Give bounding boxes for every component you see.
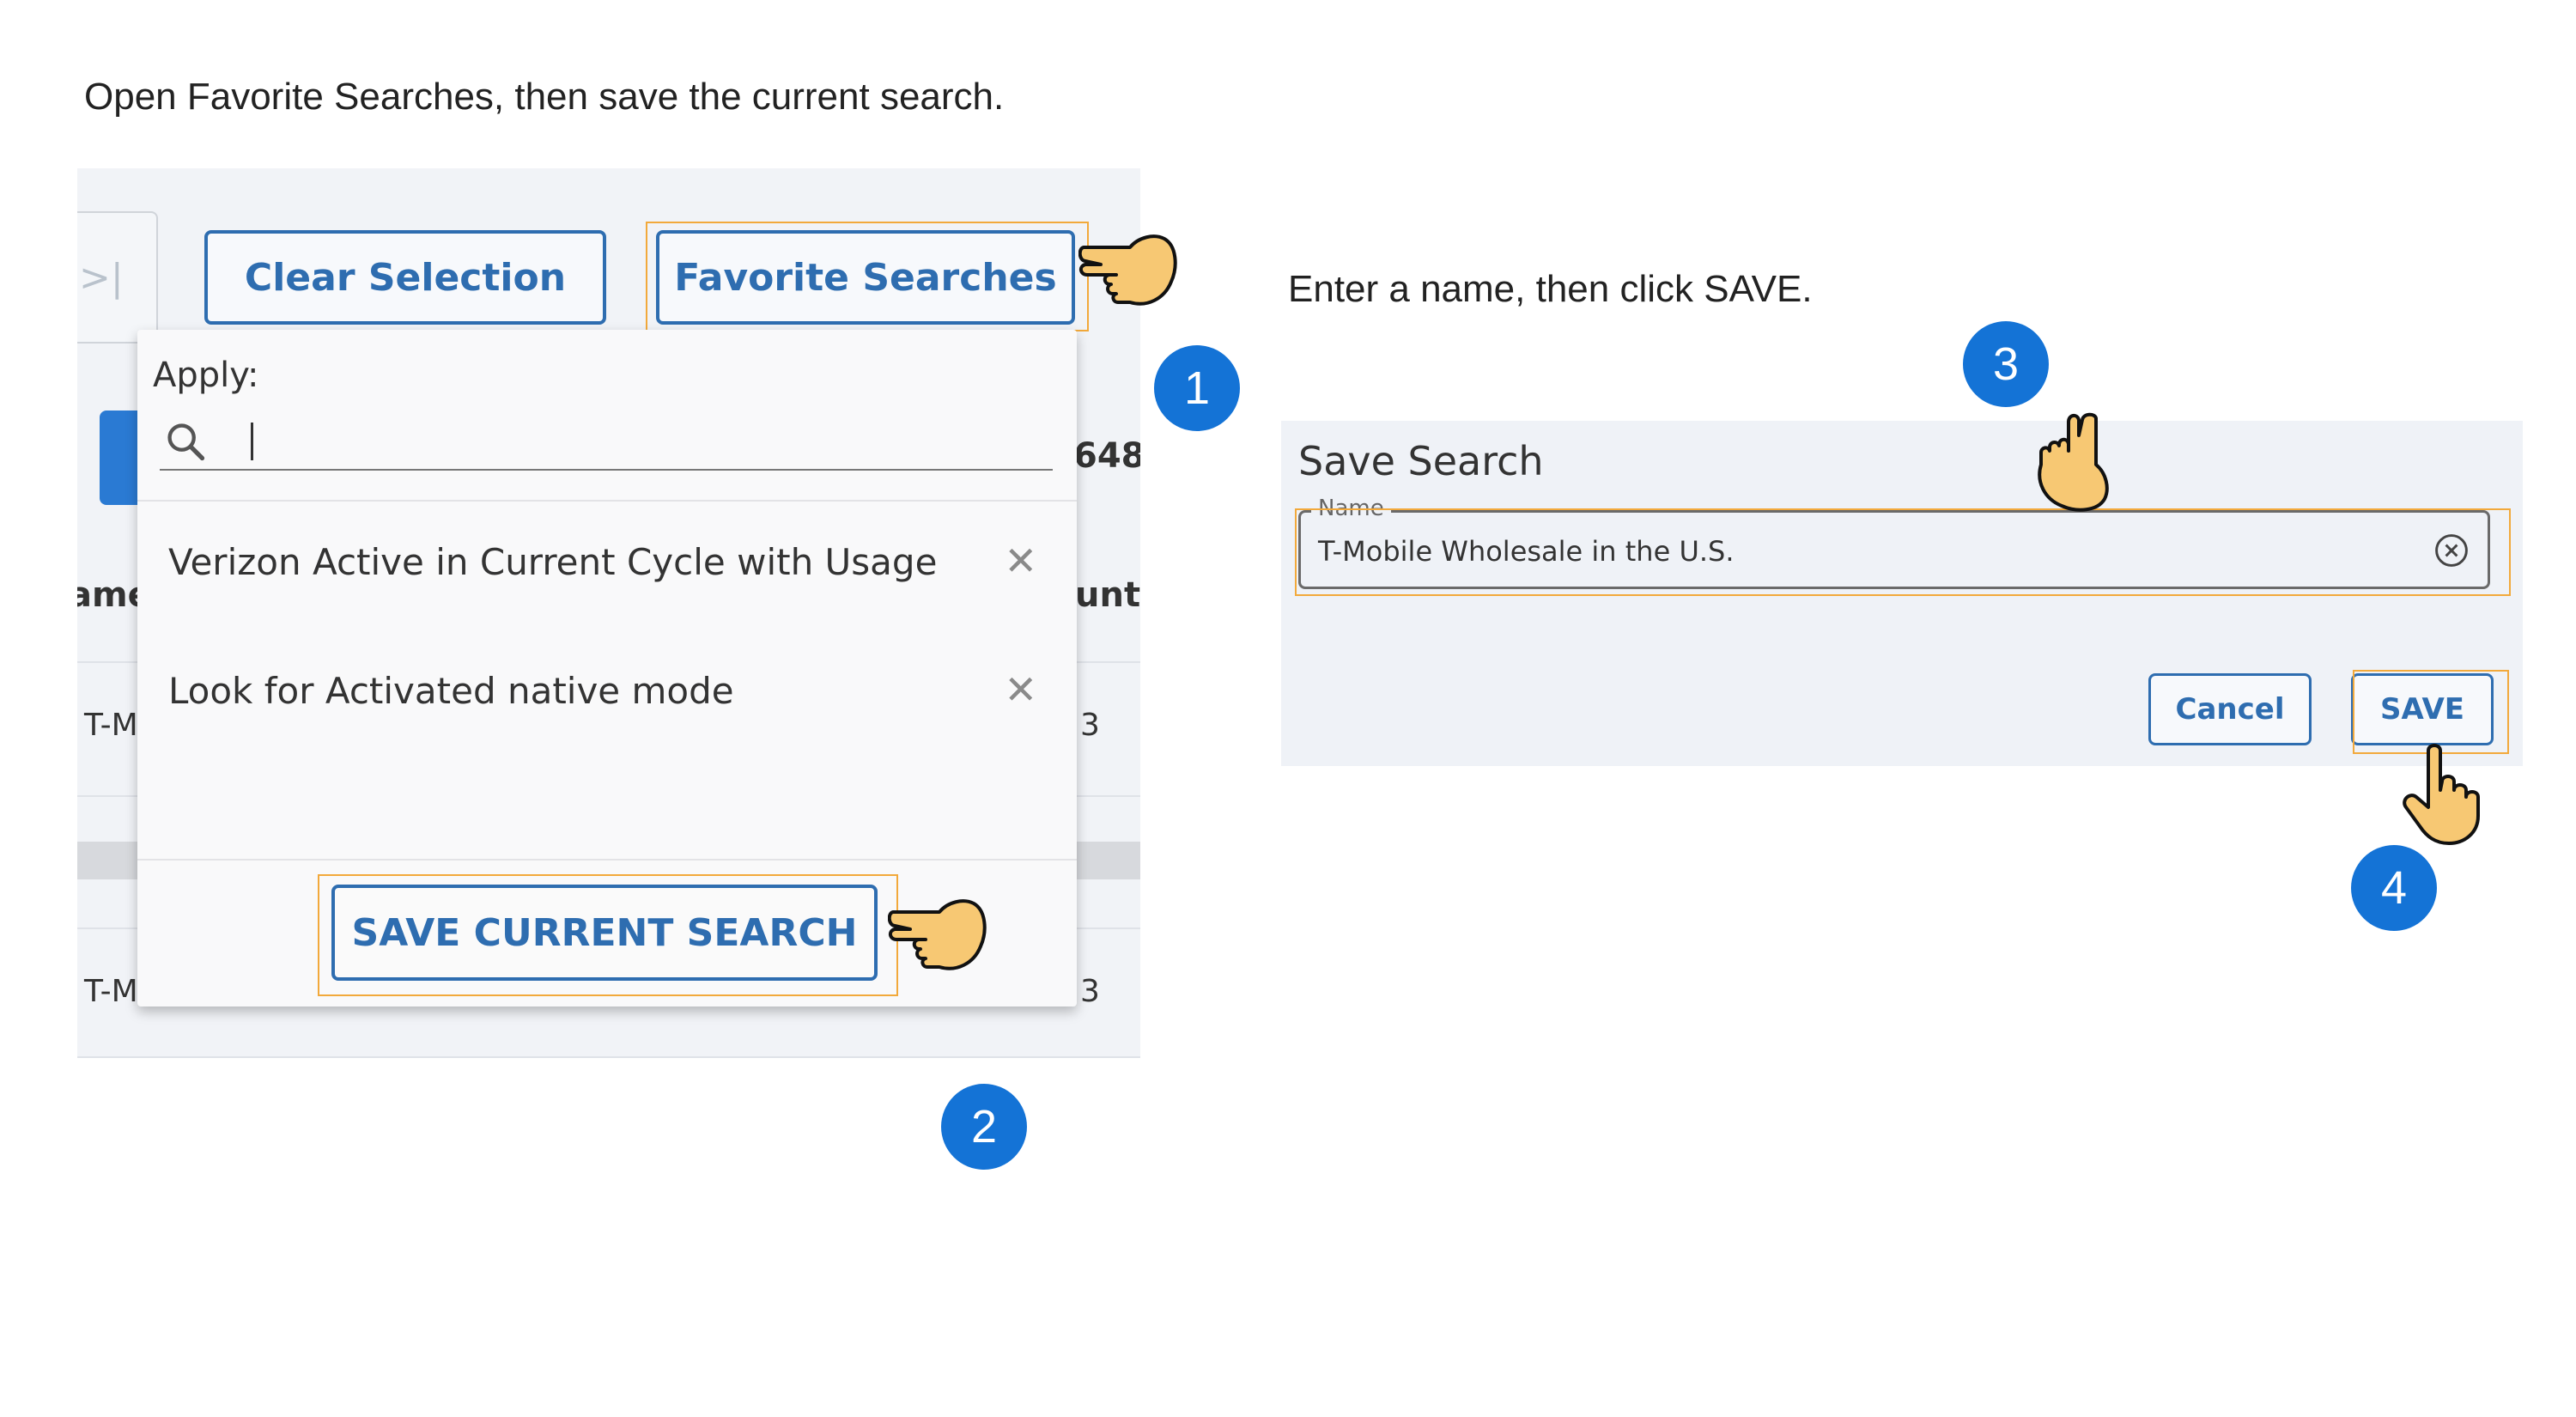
step-badge: 1	[1154, 345, 1240, 431]
table-row-cell: 3	[1080, 974, 1100, 1009]
favorite-search-item[interactable]: Verizon Active in Current Cycle with Usa…	[137, 519, 1077, 622]
last-page-icon: >|	[79, 256, 124, 300]
pointing-hand-icon	[2038, 412, 2109, 512]
last-page-button[interactable]: >|	[77, 211, 158, 344]
row-divider	[77, 1056, 1140, 1058]
pointing-hand-icon	[2403, 744, 2480, 845]
step-badge: 2	[941, 1084, 1027, 1170]
count-value: 6487	[1073, 436, 1140, 476]
divider	[137, 859, 1077, 861]
pointing-hand-icon	[888, 899, 987, 970]
step2-caption: Enter a name, then click SAVE.	[1288, 268, 1813, 310]
divider	[137, 500, 1077, 502]
favorites-search-input[interactable]	[246, 417, 1022, 464]
column-header-count: unt	[1075, 575, 1140, 615]
favorite-search-label: Look for Activated native mode	[168, 670, 734, 712]
favorite-search-item[interactable]: Look for Activated native mode ✕	[137, 648, 1077, 751]
save-current-search-highlight	[318, 874, 898, 996]
table-row-cell: 3	[1080, 708, 1100, 743]
cancel-button[interactable]: Cancel	[2148, 673, 2312, 745]
clear-selection-button[interactable]: Clear Selection	[204, 230, 606, 325]
remove-favorite-icon[interactable]: ✕	[1004, 538, 1037, 584]
favorite-search-label: Verizon Active in Current Cycle with Usa…	[168, 541, 938, 583]
favorites-search-field[interactable]	[160, 412, 1053, 471]
favorite-searches-highlight	[646, 222, 1089, 331]
name-field-highlight	[1295, 508, 2511, 596]
table-row-cell: T-M	[84, 708, 138, 743]
search-icon	[167, 423, 205, 461]
apply-label: Apply:	[153, 356, 259, 395]
step-badge: 3	[1963, 321, 2049, 407]
text-cursor	[251, 423, 253, 460]
remove-favorite-icon[interactable]: ✕	[1004, 666, 1037, 713]
step-badge: 4	[2351, 845, 2437, 931]
dialog-title: Save Search	[1298, 438, 1544, 484]
step1-caption: Open Favorite Searches, then save the cu…	[84, 76, 1005, 118]
table-row-cell: T-M	[84, 974, 138, 1009]
pointing-hand-icon	[1078, 234, 1177, 306]
